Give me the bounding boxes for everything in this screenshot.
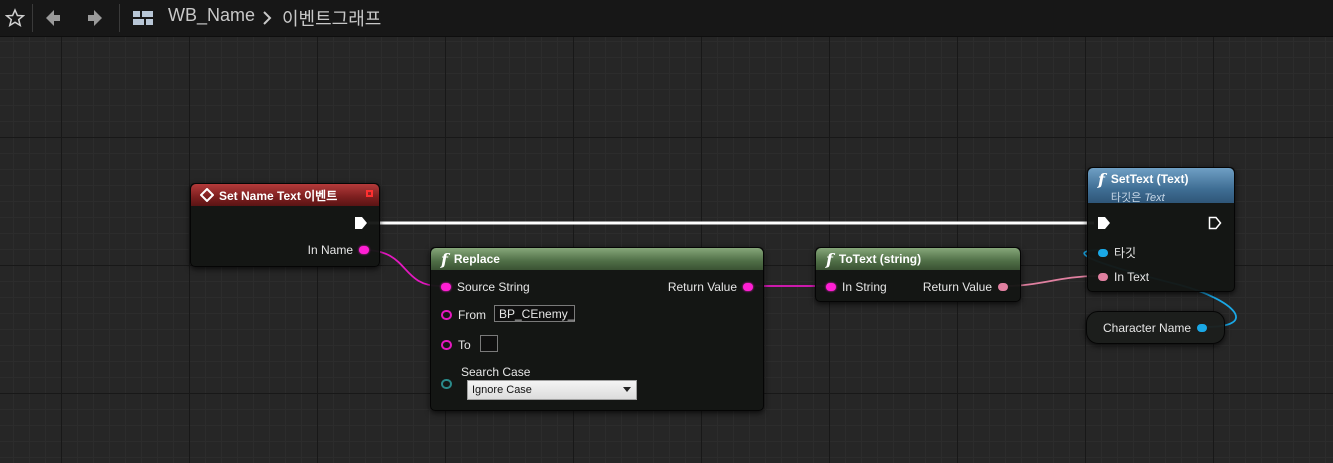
totext-node-header: f ToText (string) — [816, 248, 1020, 270]
blueprint-graph-icon — [131, 6, 155, 30]
chevron-down-icon — [623, 387, 631, 392]
string-pin-hollow-icon[interactable] — [441, 340, 452, 350]
pin-source-string-label: Source String — [457, 280, 530, 294]
subtitle-target: Text — [1144, 192, 1165, 204]
replace-node-header: f Replace — [431, 248, 763, 270]
variable-node-character-name[interactable]: Character Name — [1086, 311, 1225, 344]
function-f-icon: f — [826, 249, 833, 269]
breadcrumb-blueprint[interactable]: WB_Name — [168, 5, 255, 26]
function-f-icon: f — [1098, 170, 1105, 189]
event-node-set-name-text[interactable]: Set Name Text 이벤트 In Name — [190, 183, 380, 267]
exec-in-pin[interactable] — [1097, 216, 1111, 230]
replace-node-title: Replace — [453, 252, 500, 266]
string-pin-icon[interactable] — [359, 246, 369, 254]
pin-in-name[interactable]: In Name — [308, 243, 369, 257]
function-node-totext[interactable]: f ToText (string) In String Return Value — [815, 247, 1021, 302]
pin-in-string-label: In String — [842, 280, 887, 294]
pin-totext-return[interactable]: Return Value — [923, 280, 1008, 294]
toolbar-divider — [119, 4, 120, 32]
pin-from[interactable]: From — [441, 308, 486, 322]
from-input[interactable]: BP_CEnemy_ — [494, 305, 575, 322]
arrow-left-icon[interactable] — [41, 6, 65, 30]
function-f-icon: f — [441, 249, 448, 269]
settext-node-header: f SetText (Text) 타깃은 Text — [1088, 168, 1234, 205]
pin-in-text[interactable]: In Text — [1098, 270, 1149, 284]
string-pin-icon[interactable] — [743, 283, 753, 291]
to-input[interactable] — [480, 335, 498, 352]
text-pin-icon[interactable] — [998, 283, 1008, 291]
pin-totext-return-label: Return Value — [922, 280, 992, 294]
arrow-right-icon[interactable] — [83, 6, 107, 30]
pin-return-value[interactable]: Return Value — [668, 280, 753, 294]
search-case-value: Ignore Case — [472, 384, 532, 396]
event-node-header: Set Name Text 이벤트 — [191, 184, 379, 206]
variable-output[interactable]: Character Name — [1103, 321, 1208, 335]
enum-pin-hollow-icon[interactable] — [441, 379, 452, 389]
chevron-right-icon — [263, 11, 272, 25]
text-pin-icon[interactable] — [1098, 273, 1108, 281]
pin-in-string[interactable]: In String — [826, 280, 887, 294]
pin-target-label: 타깃 — [1114, 246, 1137, 260]
function-node-settext[interactable]: f SetText (Text) 타깃은 Text 타깃 In Text — [1087, 167, 1235, 292]
settext-node-subtitle: 타깃은 Text — [1111, 189, 1189, 205]
pin-source-string[interactable]: Source String — [441, 280, 530, 294]
string-pin-hollow-icon[interactable] — [441, 310, 452, 320]
settext-node-title: SetText (Text) — [1110, 172, 1189, 186]
pin-search-case[interactable] — [441, 379, 452, 389]
subtitle-prefix: 타깃은 — [1110, 192, 1142, 204]
object-pin-icon[interactable] — [1098, 248, 1108, 257]
event-node-title: Set Name Text 이벤트 — [219, 188, 338, 203]
pin-in-text-label: In Text — [1114, 270, 1150, 284]
pin-in-name-label: In Name — [307, 243, 353, 257]
string-pin-icon[interactable] — [441, 283, 451, 291]
variable-label: Character Name — [1103, 321, 1192, 335]
exec-out-pin[interactable] — [1208, 216, 1222, 230]
toolbar-divider — [32, 4, 33, 32]
function-node-replace[interactable]: f Replace Source String Return Value Fro… — [430, 247, 764, 411]
pin-from-label: From — [458, 308, 486, 322]
object-pin-icon[interactable] — [1197, 324, 1208, 332]
search-case-label: Search Case — [461, 365, 531, 379]
breadcrumb-graph[interactable]: 이벤트그래프 — [282, 5, 381, 31]
event-diamond-icon — [200, 188, 214, 202]
pin-to[interactable]: To — [441, 338, 471, 352]
totext-node-title: ToText (string) — [838, 252, 922, 266]
pin-to-label: To — [458, 338, 471, 352]
star-icon[interactable] — [3, 6, 27, 30]
string-pin-icon[interactable] — [826, 283, 836, 291]
exec-out-pin[interactable] — [354, 216, 368, 230]
editor-toolbar: WB_Name 이벤트그래프 — [0, 0, 1333, 37]
search-case-dropdown[interactable]: Ignore Case — [467, 380, 637, 400]
pin-target[interactable]: 타깃 — [1098, 244, 1136, 261]
delegate-pin-icon[interactable] — [366, 190, 373, 197]
pin-return-value-label: Return Value — [667, 280, 737, 294]
